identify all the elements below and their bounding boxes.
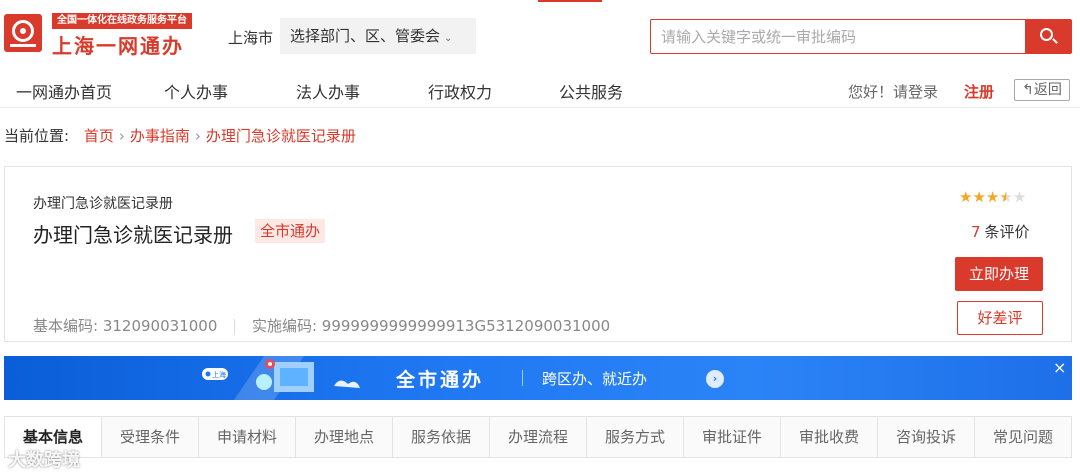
- star-icon: ★: [972, 188, 986, 206]
- star-icon: ★: [999, 188, 1013, 206]
- back-button-label: 返回: [1033, 82, 1062, 98]
- nav-item-admin-power[interactable]: 行政权力: [428, 79, 492, 103]
- breadcrumb-home[interactable]: 首页: [84, 127, 114, 145]
- service-tabs: 基本信息 受理条件 申请材料 办理地点 服务依据 办理流程 服务方式 审批证件 审批收费 咨询投诉…: [4, 416, 1072, 458]
- tab-item[interactable]: 办理流程: [490, 417, 587, 457]
- site-header: 全国一体化在线政务服务平台 上海一网通办 上海市 选择部门、区、管委会 ⌄: [0, 0, 1080, 68]
- shanghai-logo-icon[interactable]: [4, 14, 42, 52]
- tab-item[interactable]: 审批证件: [684, 417, 781, 457]
- star-icon: ★: [985, 188, 1000, 206]
- apply-now-button[interactable]: 立即办理: [955, 257, 1043, 291]
- citywide-banner[interactable]: 上海 全市通办 跨区办、就近办 › ×: [4, 356, 1072, 400]
- banner-illustration: 上海: [202, 356, 360, 400]
- breadcrumb-guide[interactable]: 办事指南: [130, 127, 190, 145]
- review-count[interactable]: 7 条评价: [971, 221, 1030, 242]
- tab-item[interactable]: 受理条件: [102, 417, 199, 457]
- tab-item[interactable]: 常见问题: [975, 417, 1071, 457]
- main-nav: 一网通办首页 个人办事 法人办事 行政权力 公共服务 您好！请登录 注册 ↰返回: [0, 68, 1080, 108]
- platform-tag: 全国一体化在线政务服务平台: [52, 13, 192, 29]
- nav-item-legal-person[interactable]: 法人办事: [296, 79, 360, 103]
- nav-item-public-service[interactable]: 公共服务: [559, 79, 623, 103]
- search-input[interactable]: [651, 20, 1025, 53]
- tab-item[interactable]: 咨询投诉: [878, 417, 975, 457]
- impl-code-value: 9999999999999913G5312090031000: [321, 317, 611, 335]
- nav-item-home[interactable]: 一网通办首页: [16, 79, 112, 103]
- arrow-right-icon[interactable]: ›: [706, 370, 724, 388]
- basic-code-value: 312090031000: [102, 317, 218, 335]
- service-title: 办理门急诊就医记录册: [33, 223, 233, 247]
- department-select[interactable]: 选择部门、区、管委会 ⌄: [280, 18, 476, 54]
- login-link[interactable]: 您好！请登录: [848, 81, 938, 102]
- search-box: [650, 19, 1072, 54]
- nav-item-personal[interactable]: 个人办事: [164, 79, 228, 103]
- register-link[interactable]: 注册: [964, 81, 994, 102]
- back-arrow-icon: ↰: [1022, 82, 1034, 98]
- back-button[interactable]: ↰返回: [1014, 79, 1070, 101]
- basic-code-label: 基本编码:: [33, 317, 99, 335]
- banner-art-tag: 上海: [212, 370, 226, 379]
- site-logo-name[interactable]: 上海一网通办: [52, 30, 184, 59]
- banner-title: 全市通办: [396, 369, 485, 391]
- review-count-label: 条评价: [984, 223, 1030, 241]
- breadcrumb-current[interactable]: 办理门急诊就医记录册: [206, 127, 356, 145]
- service-subtitle: 办理门急诊就医记录册: [33, 196, 173, 212]
- department-select-label: 选择部门、区、管委会: [290, 27, 441, 45]
- banner-divider: [522, 370, 523, 386]
- breadcrumb-label: 当前位置:: [4, 127, 70, 145]
- service-codes: 基本编码: 312090031000 实施编码: 999999999999991…: [33, 315, 610, 336]
- citywide-badge: 全市通办: [255, 219, 326, 243]
- breadcrumb-separator-icon: ›: [118, 127, 125, 145]
- banner-subtitle: 跨区办、就近办: [542, 370, 648, 388]
- service-card: 办理门急诊就医记录册 办理门急诊就医记录册 全市通办 基本编码: 3120900…: [4, 166, 1072, 342]
- rate-service-button[interactable]: 好差评: [957, 301, 1043, 335]
- star-icon: ★: [1012, 188, 1027, 206]
- tab-item[interactable]: 服务方式: [587, 417, 684, 457]
- star-icon: ★: [959, 188, 973, 206]
- rating-stars: ★★★★★: [959, 187, 1026, 206]
- breadcrumb-separator-icon: ›: [194, 127, 201, 145]
- search-button[interactable]: [1025, 20, 1071, 53]
- impl-code-label: 实施编码:: [251, 317, 317, 335]
- tab-item[interactable]: 服务依据: [393, 417, 490, 457]
- city-label: 上海市: [228, 29, 274, 47]
- chevron-down-icon: ⌄: [444, 33, 453, 44]
- tab-item[interactable]: 办理地点: [296, 417, 393, 457]
- tab-item[interactable]: 审批收费: [781, 417, 878, 457]
- breadcrumb: 当前位置: 首页 › 办事指南 › 办理门急诊就医记录册: [4, 125, 356, 146]
- tab-item[interactable]: 申请材料: [199, 417, 296, 457]
- close-icon[interactable]: ×: [1053, 358, 1066, 377]
- review-count-number: 7: [971, 223, 981, 241]
- watermark-logo: 大数跨境: [8, 450, 80, 471]
